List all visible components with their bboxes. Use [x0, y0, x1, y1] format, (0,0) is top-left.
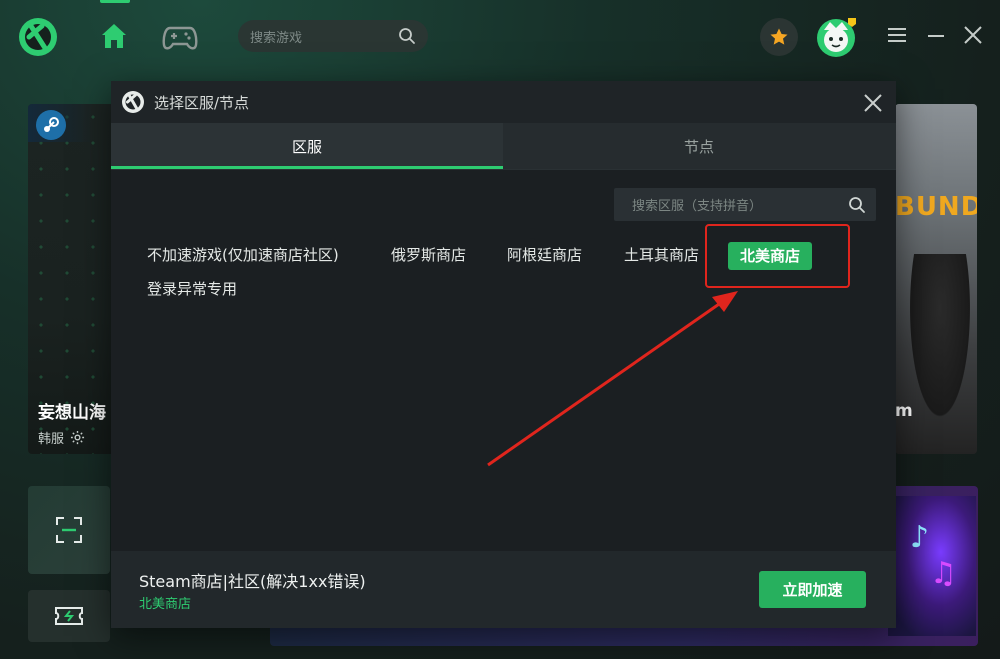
music-note-icon-2: ♫ — [930, 556, 957, 591]
region-item-argentina[interactable]: 阿根廷商店 — [507, 241, 582, 269]
game-search-input[interactable]: 搜索游戏 — [238, 20, 428, 52]
app-logo-icon[interactable] — [18, 17, 58, 57]
close-window-icon[interactable] — [962, 24, 984, 46]
avatar-icon[interactable] — [816, 16, 858, 58]
game-title-fragment: m — [895, 401, 913, 421]
game-title: 妄想山海 — [38, 403, 106, 423]
dialog-titlebar: 选择区服/节点 — [111, 81, 896, 123]
dialog-tabs: 区服 节点 — [111, 123, 896, 169]
region-item-turkey[interactable]: 土耳其商店 — [624, 241, 699, 269]
dialog-footer: Steam商店|社区(解决1xx错误) 北美商店 立即加速 — [111, 551, 896, 628]
close-icon[interactable] — [862, 92, 884, 114]
region-item-login-issue[interactable]: 登录异常专用 — [147, 275, 237, 303]
gear-icon[interactable] — [70, 430, 85, 445]
selected-region-label: 北美商店 — [139, 597, 192, 612]
search-icon[interactable] — [848, 196, 866, 214]
region-search-placeholder: 搜索区服（支持拼音） — [632, 199, 763, 214]
region-item-no-accel[interactable]: 不加速游戏(仅加速商店社区) — [147, 241, 339, 269]
tab-node[interactable]: 节点 — [503, 123, 895, 169]
ticket-tile[interactable] — [28, 590, 110, 642]
search-icon[interactable] — [398, 27, 416, 45]
scan-icon — [56, 517, 82, 543]
scan-tile[interactable] — [28, 486, 110, 574]
menu-icon[interactable] — [886, 24, 908, 46]
game-region: 韩服 — [38, 428, 85, 447]
region-select-dialog: 选择区服/节点 区服 节点 搜索区服（支持拼音） 不加速游戏(仅加速商店社区) … — [111, 81, 896, 628]
dialog-title: 选择区服/节点 — [154, 93, 250, 112]
card-art-figure — [905, 254, 975, 434]
home-icon[interactable] — [98, 20, 130, 52]
gamepad-icon[interactable] — [162, 22, 198, 52]
region-item-russia[interactable]: 俄罗斯商店 — [391, 241, 466, 269]
favorites-button[interactable] — [760, 18, 798, 56]
game-search-placeholder: 搜索游戏 — [250, 30, 303, 46]
tab-divider — [111, 169, 896, 170]
selected-game-title: Steam商店|社区(解决1xx错误) — [139, 572, 366, 591]
game-card-right[interactable]: BUNDS m — [895, 104, 977, 454]
minimize-icon[interactable] — [925, 24, 947, 46]
annotation-highlight-box — [705, 224, 850, 288]
active-nav-indicator — [100, 0, 130, 3]
region-search-input[interactable]: 搜索区服（支持拼音） — [614, 188, 876, 221]
accelerate-button[interactable]: 立即加速 — [759, 571, 866, 608]
top-bar: 搜索游戏 — [0, 0, 1000, 76]
ticket-icon — [55, 607, 83, 625]
game-region-label: 韩服 — [38, 432, 65, 447]
game-logo-text: BUNDS — [895, 192, 977, 222]
app-logo-icon — [122, 91, 144, 113]
music-note-icon: ♪ — [910, 520, 930, 555]
steam-icon — [36, 110, 66, 140]
star-icon — [770, 28, 788, 45]
tab-region[interactable]: 区服 — [111, 123, 503, 169]
